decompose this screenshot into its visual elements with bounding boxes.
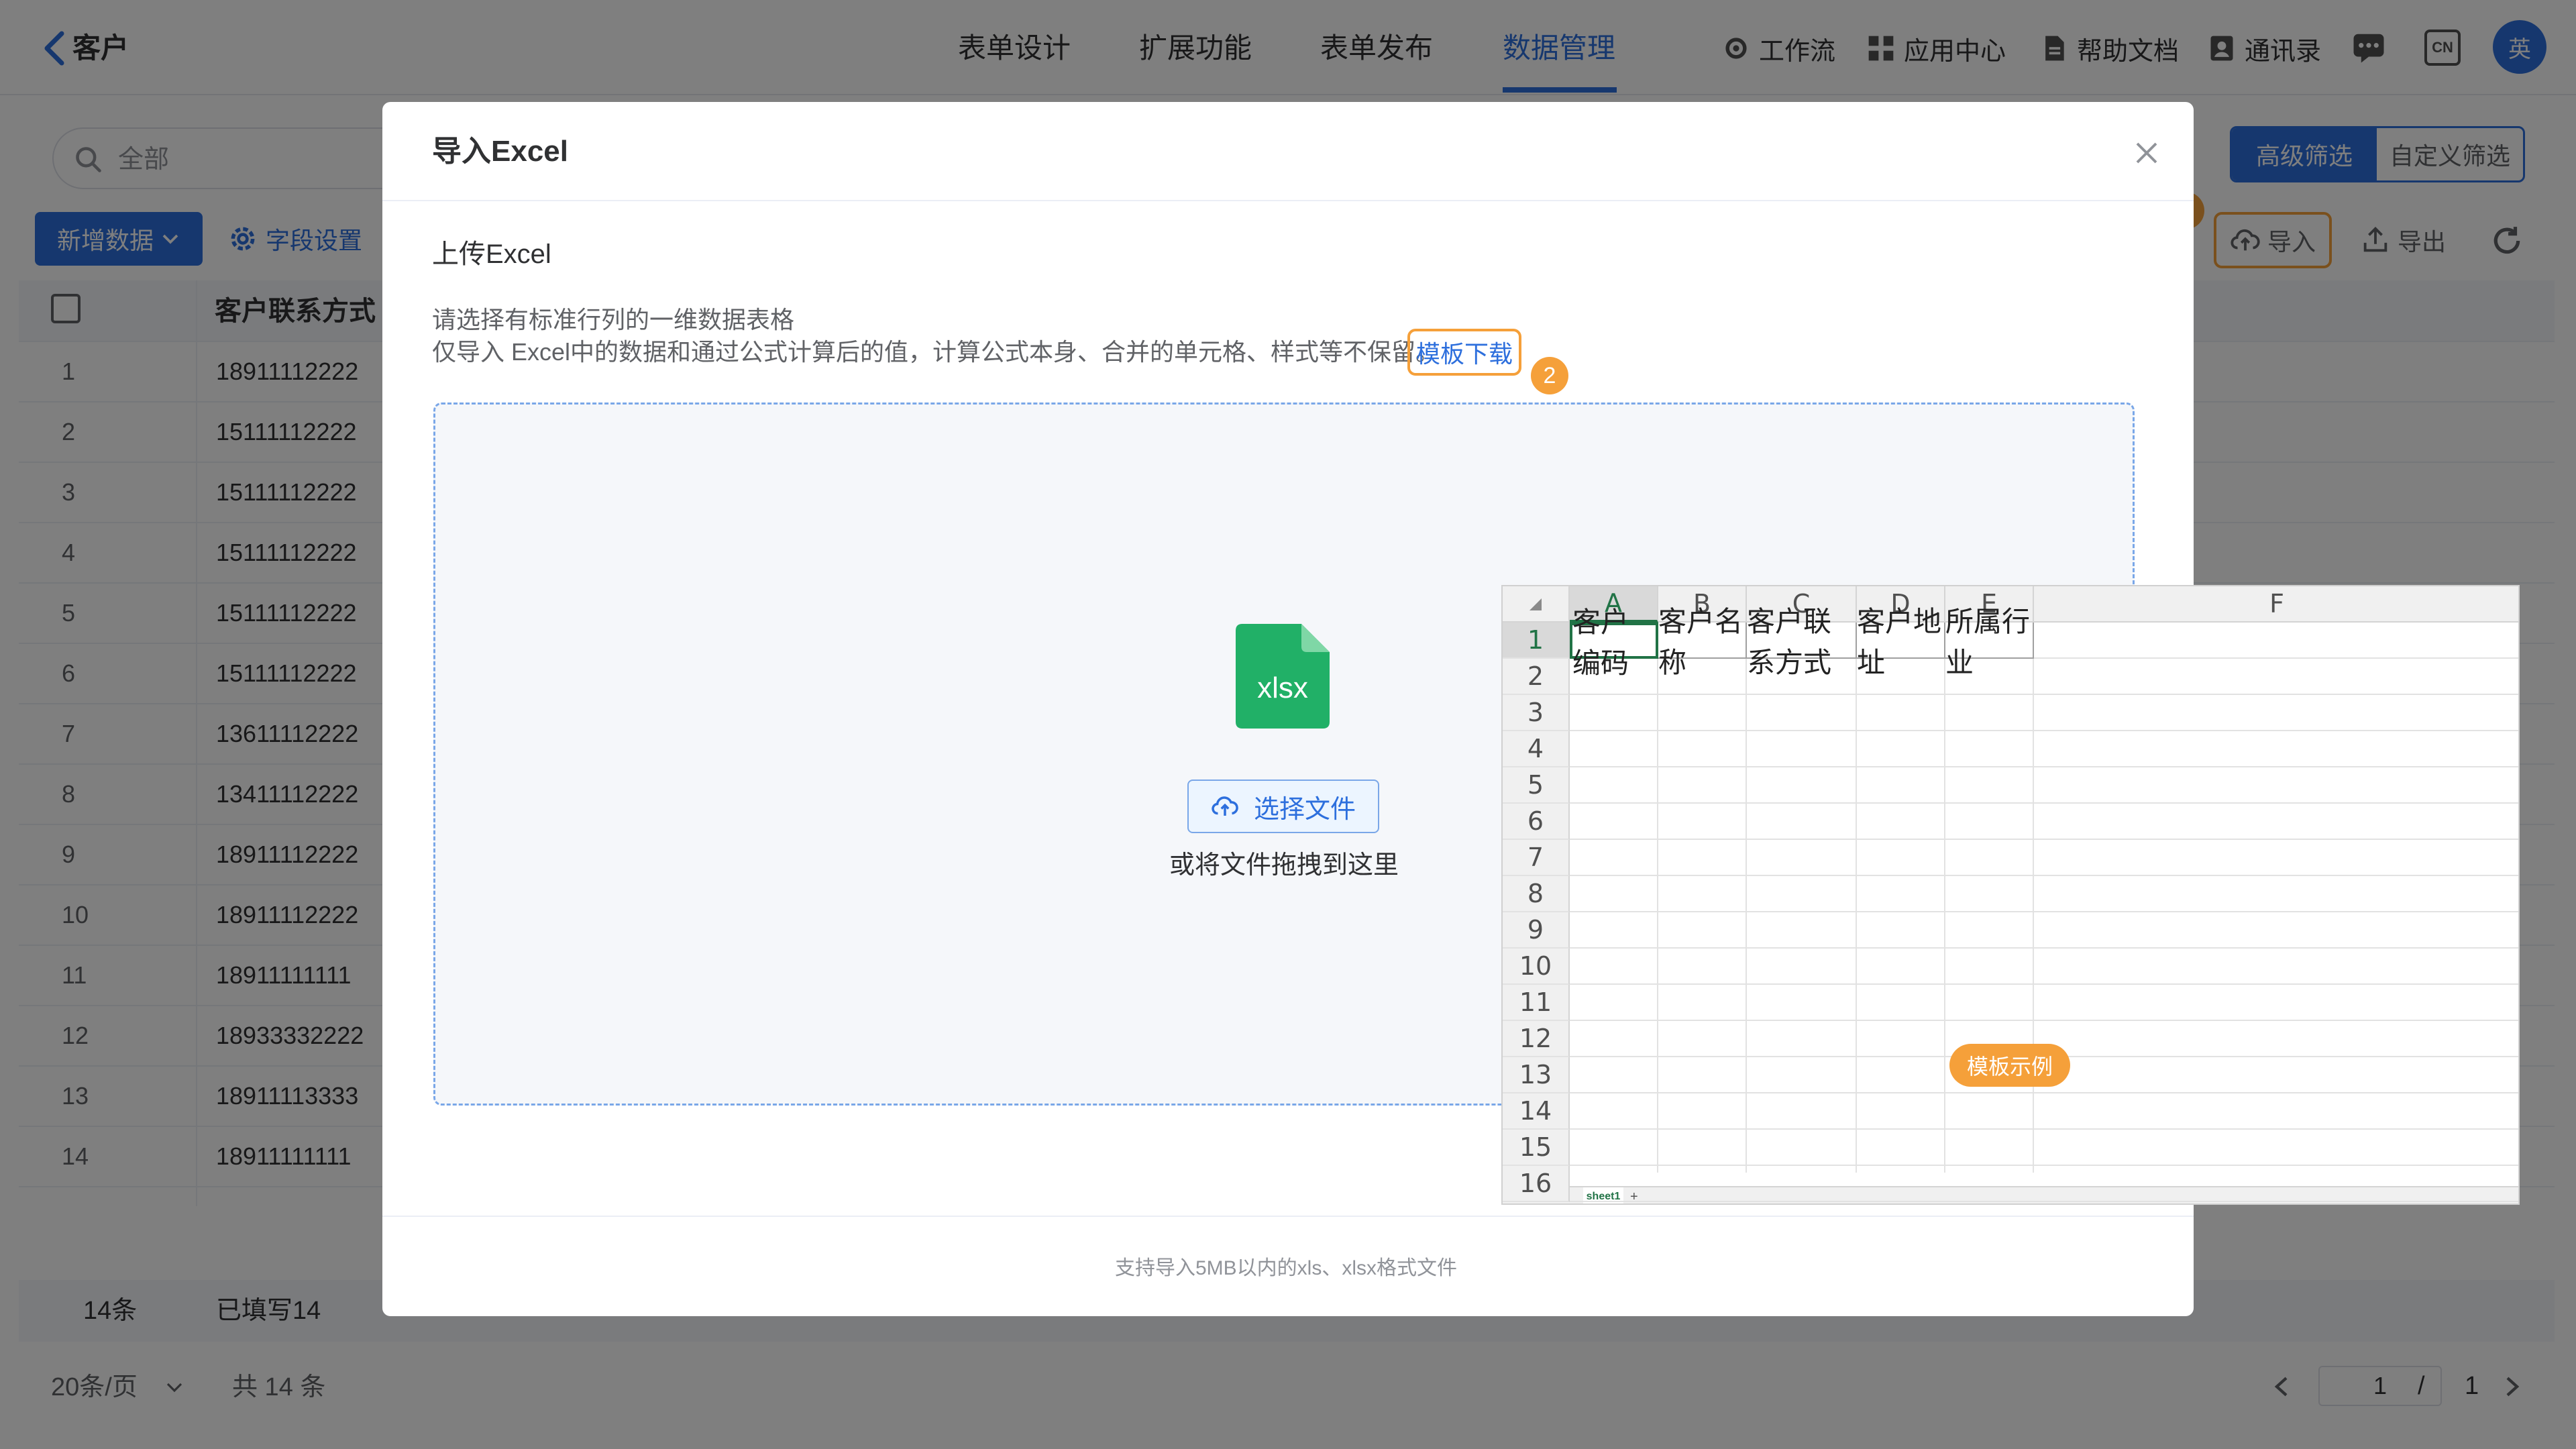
corner-triangle-icon: [1529, 598, 1542, 610]
upload-hint-line1: 请选择有标准行列的一维数据表格: [432, 306, 795, 333]
grid-line: [1570, 1020, 2518, 1021]
upload-section-label: 上传Excel: [432, 239, 551, 269]
grid-line: [1570, 1201, 2518, 1202]
close-icon[interactable]: [2131, 137, 2163, 169]
row-header: 16: [1503, 1166, 1570, 1202]
row-header: 3: [1503, 695, 1570, 731]
grid-line: [1570, 1092, 2518, 1093]
grid-line: [1570, 1128, 2518, 1130]
header-cell: 客户名称: [1658, 605, 1747, 679]
grid-line: [1570, 911, 2518, 912]
grid-line: [1856, 623, 1857, 1173]
grid-line: [2033, 623, 2034, 1173]
row-header: 2: [1503, 659, 1570, 695]
grid-line: [1570, 839, 2518, 840]
header-cell: 所属行业: [1945, 605, 2034, 679]
grid-line: [1570, 1165, 2518, 1166]
dialog-footer-divider: [382, 1216, 2194, 1217]
upload-hint-line2: 仅导入 Excel中的数据和通过公式计算后的值，计算公式本身、合并的单元格、样式…: [432, 338, 1440, 366]
grid-line: [1570, 694, 2518, 695]
row-header: 4: [1503, 731, 1570, 767]
cloud-upload-icon: [1212, 796, 1238, 816]
grid-line: [1570, 983, 2518, 985]
row-header: 13: [1503, 1057, 1570, 1093]
row-header: 9: [1503, 912, 1570, 949]
dialog-title: 导入Excel: [432, 135, 568, 168]
excel-template-example: sheet1 + A B C D E F 1 2 3 4 5 6 7 8 9 10 11 12 13 14 15 16 客户…: [1501, 585, 2520, 1205]
row-header: 6: [1503, 804, 1570, 840]
header-cell: 客户地址: [1857, 605, 1945, 679]
step-badge-2: 2: [1531, 357, 1568, 394]
xlsx-file-icon: xlsx: [1236, 624, 1330, 729]
choose-file-button[interactable]: 选择文件: [1187, 780, 1379, 833]
template-download-link[interactable]: 模板下载: [1407, 329, 1521, 376]
grid-line: [1657, 623, 1658, 1173]
supported-format-note: 支持导入5MB以内的xls、xlsx格式文件: [1115, 1257, 1458, 1279]
grid-line: [1944, 623, 1945, 1173]
row-header: 7: [1503, 840, 1570, 876]
grid-line: [1570, 730, 2518, 731]
grid-line: [1570, 947, 2518, 949]
dialog-divider: [382, 200, 2194, 201]
choose-file-label: 选择文件: [1253, 795, 1356, 824]
row-header: 10: [1503, 949, 1570, 985]
row-header: 12: [1503, 1021, 1570, 1057]
drag-hint-text: 或将文件拖拽到这里: [1169, 851, 1399, 879]
row-header: 14: [1503, 1093, 1570, 1130]
sheet-tab: sheet1: [1583, 1187, 1623, 1203]
row-header: 15: [1503, 1130, 1570, 1166]
select-all-cells-corner: [1503, 586, 1570, 623]
column-header-f: F: [2034, 586, 2518, 623]
row-header: 8: [1503, 876, 1570, 912]
row-header: 5: [1503, 767, 1570, 804]
grid-line: [1746, 623, 1747, 1173]
grid-line: [1570, 766, 2518, 767]
grid-line: [1570, 875, 2518, 876]
row-header: 11: [1503, 985, 1570, 1021]
grid-line: [1570, 802, 2518, 804]
header-cell: 客户编码: [1570, 606, 1658, 680]
row-header: 1: [1503, 623, 1570, 659]
template-example-badge: 模板示例: [1949, 1044, 2070, 1087]
header-cell: 客户联系方式: [1747, 605, 1857, 679]
add-sheet-icon: +: [1630, 1189, 1638, 1204]
xlsx-icon-label: xlsx: [1257, 672, 1308, 704]
